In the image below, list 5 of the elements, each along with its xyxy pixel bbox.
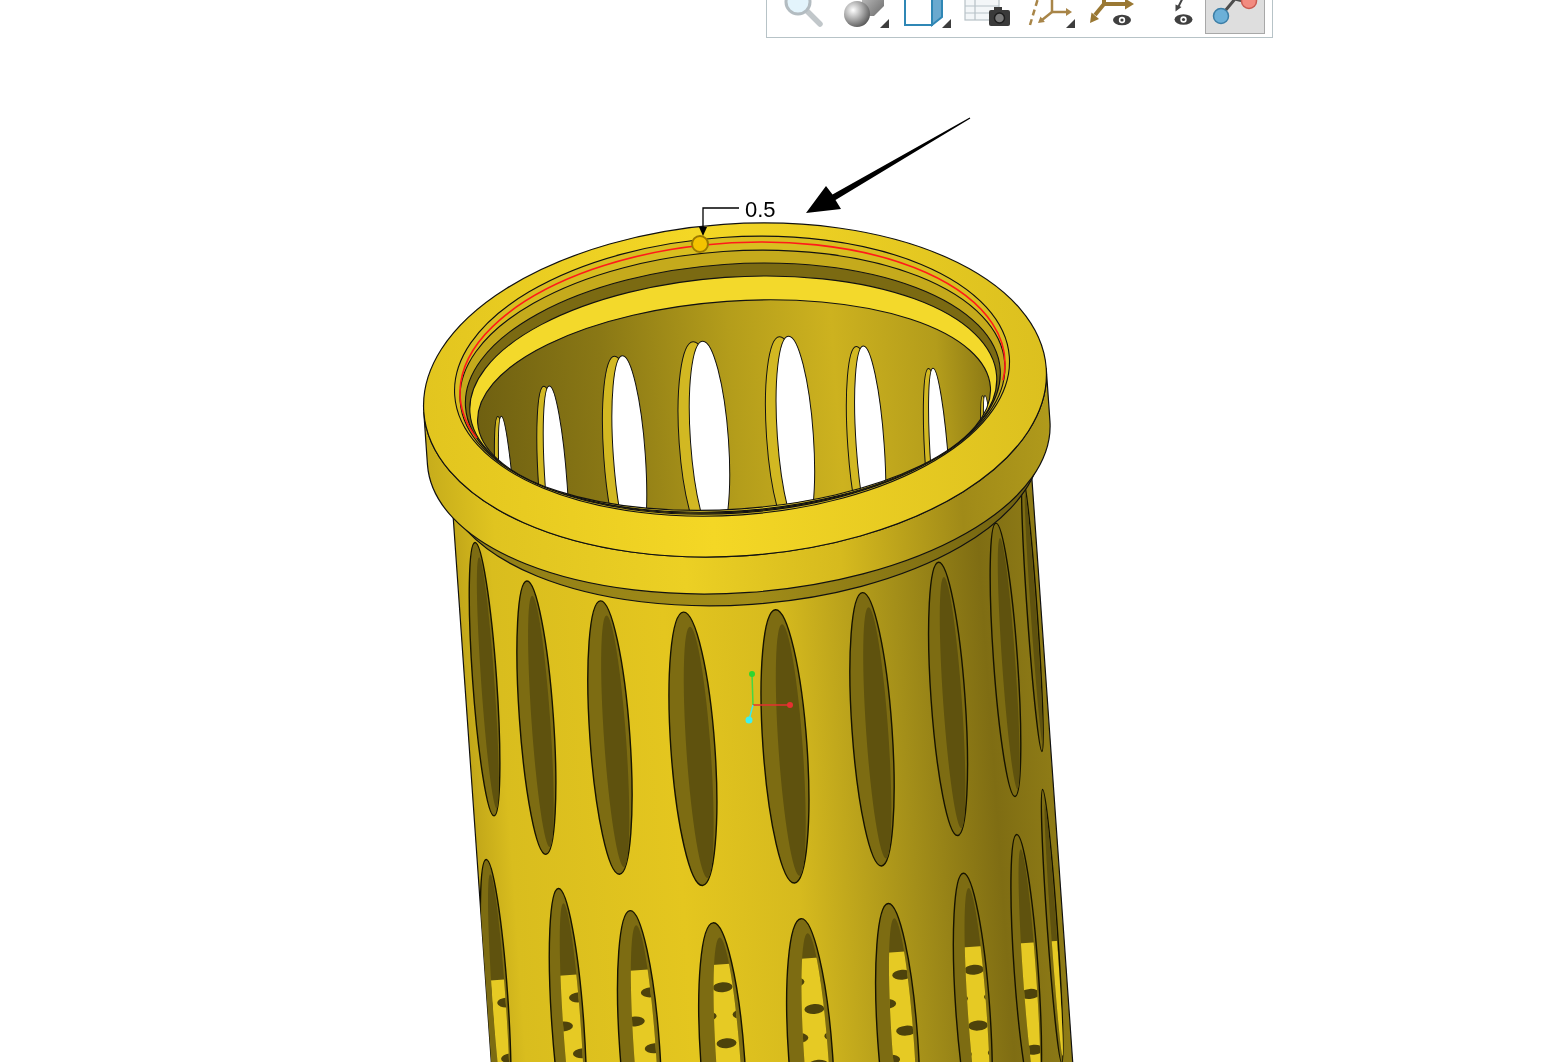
dashed-axes-icon — [1026, 0, 1072, 28]
coordinate-triad-icon — [745, 671, 793, 724]
dimension-leader — [699, 207, 740, 236]
point-marker-icon — [691, 235, 709, 253]
dimension-value: 0.5 — [745, 197, 776, 222]
